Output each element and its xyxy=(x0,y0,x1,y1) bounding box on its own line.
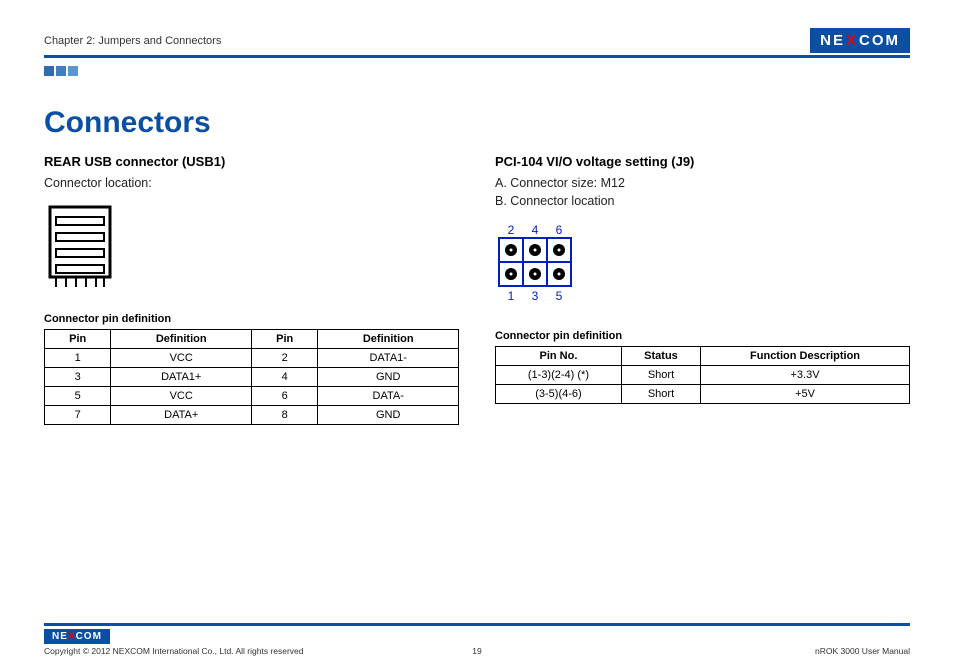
j9-table-label: Connector pin definition xyxy=(495,330,910,342)
th-pinno: Pin No. xyxy=(496,347,622,366)
copyright-text: Copyright © 2012 NEXCOM International Co… xyxy=(44,646,304,656)
manual-name: nROK 3000 User Manual xyxy=(815,646,910,656)
j9-info: A. Connector size: M12 B. Connector loca… xyxy=(495,175,910,210)
j9-jumper-icon: 2 4 6 xyxy=(495,220,585,308)
table-row: 5 VCC 6 DATA- xyxy=(45,386,459,405)
j9-heading: PCI-104 VI/O voltage setting (J9) xyxy=(495,154,910,169)
th-def: Definition xyxy=(111,329,252,348)
chapter-title: Chapter 2: Jumpers and Connectors xyxy=(44,35,221,47)
usb-pin-table: Pin Definition Pin Definition 1 VCC 2 DA… xyxy=(44,329,459,425)
j9-line-a: A. Connector size: M12 xyxy=(495,175,910,193)
j9-pin-table: Pin No. Status Function Description (1-3… xyxy=(495,346,910,404)
pin-label: 5 xyxy=(556,289,563,303)
usb-connector-icon xyxy=(44,203,116,291)
pin-label: 3 xyxy=(532,289,539,303)
pin-label: 4 xyxy=(532,223,539,237)
th-func: Function Description xyxy=(701,347,910,366)
logo-text-pre: NE xyxy=(820,32,845,49)
logo-text-post: COM xyxy=(859,32,900,49)
table-row: (3-5)(4-6) Short +5V xyxy=(496,385,910,404)
th-def2: Definition xyxy=(318,329,459,348)
th-pin: Pin xyxy=(45,329,111,348)
th-status: Status xyxy=(621,347,700,366)
pin-label: 2 xyxy=(508,223,515,237)
table-row: 1 VCC 2 DATA1- xyxy=(45,348,459,367)
usb-connector-diagram xyxy=(44,203,459,299)
decorative-squares xyxy=(44,66,910,76)
table-row: (1-3)(2-4) (*) Short +3.3V xyxy=(496,366,910,385)
nexcom-logo: NEXCOM xyxy=(810,28,910,53)
right-column: PCI-104 VI/O voltage setting (J9) A. Con… xyxy=(495,154,910,425)
usb-heading: REAR USB connector (USB1) xyxy=(44,154,459,169)
j9-line-b: B. Connector location xyxy=(495,193,910,211)
th-pin2: Pin xyxy=(251,329,317,348)
footer-logo: NEXCOM xyxy=(44,629,110,644)
logo-text-x: X xyxy=(846,32,858,49)
page-header: Chapter 2: Jumpers and Connectors NEXCOM xyxy=(44,28,910,58)
left-column: REAR USB connector (USB1) Connector loca… xyxy=(44,154,459,425)
j9-diagram: 2 4 6 xyxy=(495,220,910,316)
page-title: Connectors xyxy=(44,106,910,140)
pin-label: 1 xyxy=(508,289,515,303)
page-footer: NEXCOM Copyright © 2012 NEXCOM Internati… xyxy=(44,623,910,656)
table-row: 3 DATA1+ 4 GND xyxy=(45,367,459,386)
table-row: 7 DATA+ 8 GND xyxy=(45,405,459,424)
usb-table-label: Connector pin definition xyxy=(44,313,459,325)
page-number: 19 xyxy=(472,646,481,656)
pin-label: 6 xyxy=(556,223,563,237)
usb-location-label: Connector location: xyxy=(44,175,459,193)
